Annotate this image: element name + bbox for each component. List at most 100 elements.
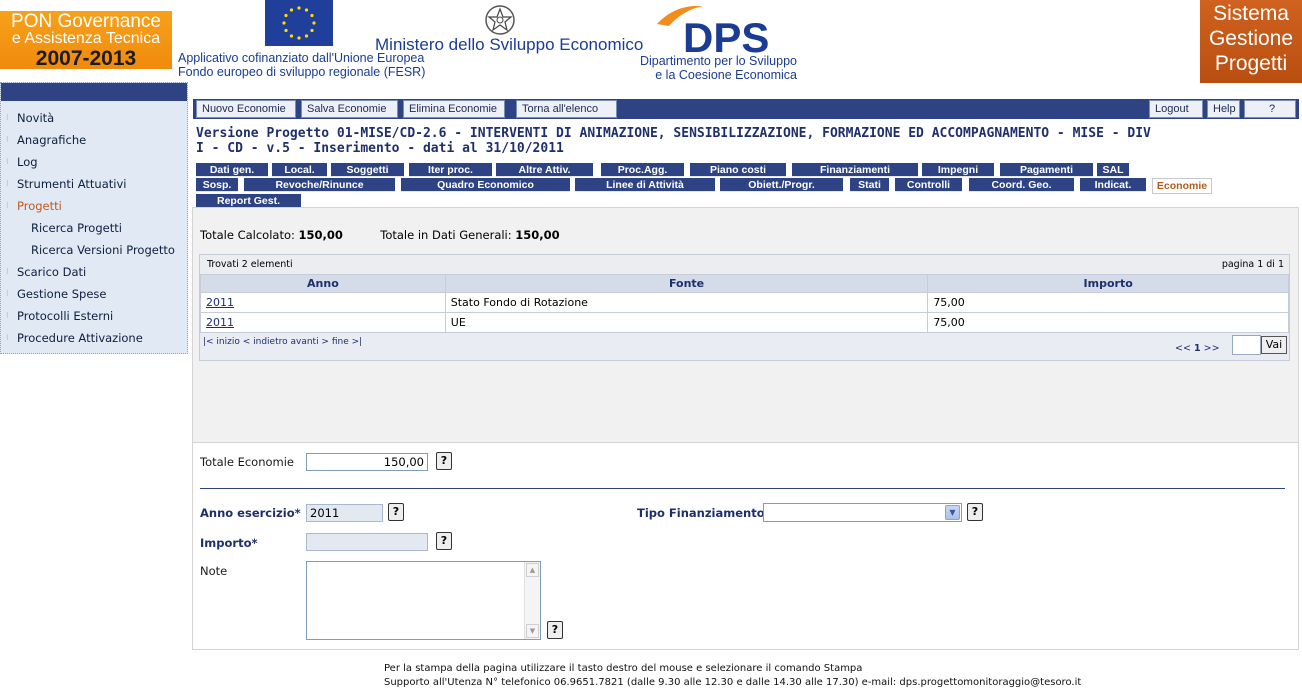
anno-esercizio-field[interactable]: 2011: [306, 504, 383, 522]
section-divider: [200, 488, 1285, 489]
footer-support: Supporto all'Utenza N° telefonico 06.965…: [384, 677, 1082, 688]
column-header-importo[interactable]: Importo: [927, 274, 1289, 293]
tab-soggetti[interactable]: Soggetti: [331, 163, 404, 177]
anno-esercizio-label: Anno esercizio*: [200, 506, 301, 520]
chevron-down-icon[interactable]: ▼: [945, 505, 960, 520]
torna-elenco-button[interactable]: Torna all'elenco: [516, 100, 617, 118]
page-number-input[interactable]: [1232, 335, 1261, 355]
tab-obiett-progr[interactable]: Obiett./Progr.: [720, 178, 843, 192]
tab-impegni[interactable]: Impegni: [922, 163, 994, 177]
pager-prev[interactable]: <<: [1175, 343, 1191, 354]
tab-quadro-economico[interactable]: Quadro Economico: [401, 178, 570, 192]
tipo-finanziamento-select[interactable]: ▼: [763, 503, 962, 522]
sidebar-item-gestione-spese[interactable]: ⁝ Gestione Spese: [1, 283, 187, 305]
italian-republic-emblem-icon: [482, 2, 518, 38]
salva-economie-button[interactable]: Salva Economie: [301, 100, 398, 118]
tipo-finanziamento-help-button[interactable]: ?: [967, 503, 983, 521]
cofinanced-text: Applicativo cofinanziato dall'Unione Eur…: [178, 51, 426, 79]
header: PON Governance e Assistenza Tecnica 2007…: [0, 0, 1302, 98]
note-help-button[interactable]: ?: [547, 621, 563, 639]
cell-importo: 75,00: [927, 292, 1289, 313]
cell-importo: 75,00: [927, 312, 1289, 333]
elimina-economie-button[interactable]: Elimina Economie: [403, 100, 505, 118]
totale-dati-generali-value: 150,00: [515, 228, 560, 242]
dps-department-text: Dipartimento per lo Sviluppo e la Coesio…: [639, 54, 797, 82]
tab-linee-di-attivita[interactable]: Linee di Attività: [575, 178, 715, 192]
sidebar-header-bar: [1, 83, 187, 101]
sidebar-item-log[interactable]: ⁝ Log: [1, 151, 187, 173]
sidebar-item-scarico-dati[interactable]: ⁝ Scarico Dati: [1, 261, 187, 283]
footer-print-hint: Per la stampa della pagina utilizzare il…: [384, 663, 863, 674]
sidebar-item-procedure-attivazione[interactable]: ⁝ Procedure Attivazione: [1, 327, 187, 349]
tab-piano-costi[interactable]: Piano costi: [690, 163, 786, 177]
bullet-icon: ⁝: [6, 135, 9, 144]
table-navigation[interactable]: |< inizio < indietro avanti > fine >|: [203, 337, 362, 347]
tab-coord-geo[interactable]: Coord. Geo.: [969, 178, 1074, 192]
tab-sal[interactable]: SAL: [1097, 163, 1129, 177]
tab-proc-agg[interactable]: Proc.Agg.: [601, 163, 684, 177]
dps-logo-text: DPS: [683, 14, 769, 57]
sidebar: ⁝ Novità ⁝ Anagrafiche ⁝ Log ⁝ Strumenti Att…: [0, 82, 188, 354]
table-row: 2011 Stato Fondo di Rotazione 75,00: [200, 292, 1289, 313]
sidebar-item-protocolli-esterni[interactable]: ⁝ Protocolli Esterni: [1, 305, 187, 327]
totale-calcolato-value: 150,00: [298, 228, 343, 242]
tab-revoche-rinunce[interactable]: Revoche/Rinunce: [244, 178, 395, 192]
page-title: Versione Progetto 01-MISE/CD-2.6 - INTER…: [196, 126, 1256, 156]
ministry-text: Ministero dello Sviluppo Economico: [375, 35, 644, 54]
bullet-icon: ⁝: [6, 333, 9, 342]
tab-stati[interactable]: Stati: [850, 178, 889, 192]
tab-pagamenti[interactable]: Pagamenti: [1000, 163, 1093, 177]
scroll-down-icon[interactable]: ▼: [526, 624, 539, 638]
sistema-gestione-progetti-logo: Sistema Gestione Progetti: [1200, 0, 1302, 83]
sidebar-item-ricerca-progetti[interactable]: Ricerca Progetti: [1, 217, 187, 239]
totale-economie-help-button[interactable]: ?: [436, 452, 452, 470]
data-table: Anno Fonte Importo 2011 Stato Fondo di R…: [200, 274, 1289, 333]
totale-economie-field[interactable]: 150,00: [306, 453, 428, 471]
pager-next[interactable]: >>: [1204, 343, 1220, 354]
tab-finanziamenti[interactable]: Finanziamenti: [792, 163, 918, 177]
importo-help-button[interactable]: ?: [436, 532, 452, 550]
totals-line: Totale Calcolato: 150,00 Totale in Dati …: [200, 228, 560, 242]
cell-anno: 2011: [200, 292, 446, 313]
bullet-icon: ⁝: [6, 201, 9, 210]
anno-link[interactable]: 2011: [206, 316, 234, 329]
page-title-line1: Versione Progetto 01-MISE/CD-2.6 - INTER…: [196, 126, 1151, 141]
sidebar-item-novita[interactable]: ⁝ Novità: [1, 107, 187, 129]
sidebar-menu: ⁝ Novità ⁝ Anagrafiche ⁝ Log ⁝ Strumenti Att…: [1, 101, 187, 349]
note-textarea[interactable]: ▲ ▼: [306, 561, 541, 640]
sidebar-item-anagrafiche[interactable]: ⁝ Anagrafiche: [1, 129, 187, 151]
sidebar-item-ricerca-versioni-progetto[interactable]: Ricerca Versioni Progetto: [1, 239, 187, 261]
anno-link[interactable]: 2011: [206, 296, 234, 309]
tab-report-gest[interactable]: Report Gest.: [196, 194, 301, 208]
column-header-anno[interactable]: Anno: [200, 274, 446, 293]
tab-iter-proc[interactable]: Iter proc.: [409, 163, 492, 177]
tab-economie[interactable]: Economie: [1152, 178, 1212, 194]
importo-field[interactable]: [306, 533, 428, 551]
anno-esercizio-help-button[interactable]: ?: [388, 503, 404, 521]
tab-controlli[interactable]: Controlli: [895, 178, 962, 192]
scroll-up-icon[interactable]: ▲: [526, 563, 539, 577]
tab-altre-attiv[interactable]: Altre Attiv.: [496, 163, 593, 177]
tab-indicat[interactable]: Indicat.: [1080, 178, 1146, 192]
sidebar-item-strumenti-attuativi[interactable]: ⁝ Strumenti Attuativi: [1, 173, 187, 195]
column-header-fonte[interactable]: Fonte: [444, 274, 929, 293]
tipo-finanziamento-label: Tipo Finanziamento: [637, 506, 765, 520]
page-title-line2: I - CD - v.5 - Inserimento - dati al 31/…: [196, 141, 564, 156]
nuovo-economie-button[interactable]: Nuovo Economie: [196, 100, 296, 118]
found-count: Trovati 2 elementi: [207, 259, 293, 270]
question-button[interactable]: ?: [1244, 100, 1296, 118]
sidebar-item-progetti[interactable]: ⁝ Progetti: [1, 195, 187, 217]
scrollbar[interactable]: ▲ ▼: [524, 562, 540, 639]
tab-sosp[interactable]: Sosp.: [196, 178, 238, 192]
bullet-icon: ⁝: [6, 157, 9, 166]
page-info: pagina 1 di 1: [1221, 259, 1284, 270]
toolbar: Nuovo Economie Salva Economie Elimina Ec…: [193, 99, 1299, 119]
pager-current-page[interactable]: 1: [1194, 343, 1201, 354]
cell-fonte: UE: [444, 312, 929, 333]
vai-button[interactable]: Vai: [1261, 336, 1287, 354]
tab-local[interactable]: Local.: [272, 163, 327, 177]
logout-button[interactable]: Logout: [1149, 100, 1203, 118]
help-button[interactable]: Help: [1207, 100, 1240, 118]
footer: Per la stampa della pagina utilizzare il…: [384, 662, 1081, 690]
tab-dati-gen[interactable]: Dati gen.: [196, 163, 268, 177]
